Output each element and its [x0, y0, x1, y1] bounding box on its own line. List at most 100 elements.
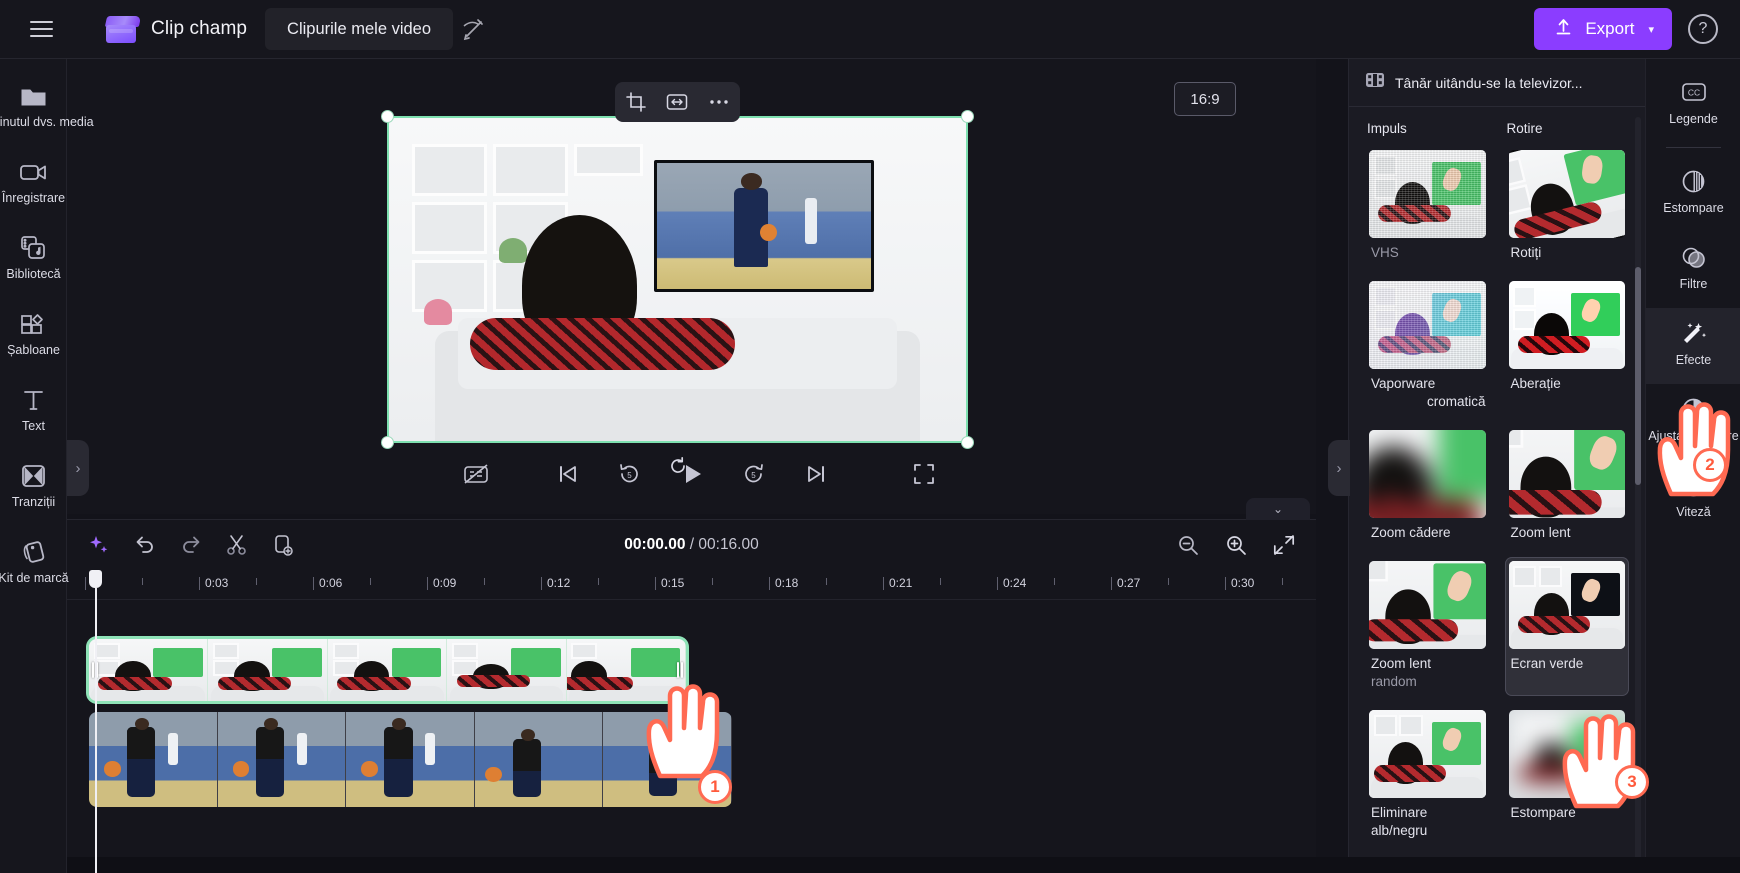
ruler-tick: 0:09	[426, 576, 457, 590]
preview-area: 16:9 5 5	[67, 59, 1316, 514]
export-button[interactable]: Export ▾	[1534, 8, 1672, 50]
chevron-right-icon: ›	[1336, 459, 1342, 477]
effect-card-zoom-random[interactable]: Zoom lent random	[1365, 557, 1490, 696]
redo-icon[interactable]	[171, 527, 211, 563]
effect-card-aberration[interactable]: Aberație	[1505, 277, 1630, 416]
clip-trim-handle-right[interactable]	[674, 639, 686, 701]
resize-handle-top-left[interactable]	[381, 110, 394, 123]
skip-to-end-icon[interactable]	[794, 456, 838, 492]
effect-card-zoom-slow[interactable]: Zoom lent	[1505, 426, 1630, 547]
effect-card-green-screen[interactable]: Ecran verde	[1504, 557, 1629, 696]
effect-thumbnail	[1508, 150, 1625, 238]
effect-thumbnail	[1369, 150, 1486, 238]
timeline-ruler[interactable]: 0 0:03 0:06 0:09 0:12 0:15 0:18 0:21 0:2…	[67, 570, 1316, 600]
total-time: 00:16.00	[698, 536, 759, 553]
project-tab[interactable]: Clipurile mele video	[265, 8, 483, 50]
effect-label: Aberație	[1510, 376, 1561, 391]
left-sidebar: Conținutul dvs. media Înregistrare Bibli…	[0, 59, 94, 873]
rail-item-filters[interactable]: Filtre	[1646, 232, 1740, 308]
skip-to-start-icon[interactable]	[546, 456, 590, 492]
scrollbar-thumb[interactable]	[1635, 267, 1641, 485]
svg-text:5: 5	[627, 471, 632, 480]
sidebar-item-library[interactable]: Bibliotecă	[0, 223, 67, 299]
hamburger-menu-icon[interactable]	[24, 12, 58, 46]
preview-scene	[389, 118, 966, 441]
top-bar: Clip champ Clipurile mele video Export ▾…	[0, 0, 1740, 59]
zoom-out-icon[interactable]	[1168, 527, 1208, 563]
effect-thumbnail	[1508, 430, 1625, 518]
clip-frame	[474, 712, 604, 807]
sidebar-item-library-label: Bibliotecă	[6, 267, 61, 281]
effect-label: Estompare	[1510, 805, 1576, 820]
resize-handle-top-right[interactable]	[961, 110, 974, 123]
duplicate-add-icon[interactable]	[263, 527, 303, 563]
chevron-down-icon: ⌄	[1272, 502, 1284, 516]
sidebar-item-record[interactable]: Înregistrare	[0, 147, 67, 223]
playhead-line	[94, 588, 97, 873]
rail-item-captions[interactable]: CC Legende	[1646, 67, 1740, 143]
crop-icon[interactable]	[620, 87, 652, 117]
video-camera-icon	[19, 157, 48, 187]
ruler-tick: 0:27	[1110, 576, 1141, 590]
effects-panel: Tânăr uitându-se la televizor... Impuls …	[1348, 59, 1645, 873]
split-scissors-icon[interactable]	[217, 527, 257, 563]
chevron-down-icon[interactable]: ▾	[1648, 23, 1654, 36]
table-row basketball-clip[interactable]	[89, 712, 732, 807]
sidebar-item-media[interactable]: Conținutul dvs. media	[0, 71, 94, 147]
collapse-effects-panel-handle[interactable]: ›	[1328, 440, 1350, 496]
effect-thumbnail	[1508, 710, 1625, 798]
play-icon[interactable]	[670, 456, 714, 492]
edit-pencil-icon[interactable]	[461, 16, 489, 42]
timeline-collapse-button[interactable]: ⌄	[1246, 498, 1310, 520]
rail-item-color-adjust[interactable]: Ajustare culoare	[1646, 384, 1740, 460]
sidebar-item-transitions[interactable]: Tranziții	[0, 451, 67, 527]
rail-item-fade[interactable]: Estompare	[1646, 156, 1740, 232]
clipchamp-logo-icon	[104, 15, 142, 43]
effects-category-right: Rotire	[1506, 121, 1543, 136]
rail-item-filters-label: Filtre	[1679, 277, 1708, 291]
clip-frame	[89, 639, 209, 701]
effect-thumbnail	[1369, 561, 1486, 649]
more-options-icon[interactable]	[703, 87, 735, 117]
playhead-knob[interactable]	[89, 570, 102, 588]
expand-sidebar-handle[interactable]: ›	[67, 440, 89, 496]
current-time: 00:00.00	[624, 536, 686, 553]
video-stage[interactable]	[381, 110, 974, 473]
rail-item-effects[interactable]: Efecte	[1646, 308, 1740, 384]
timecode-display: 00:00.00 / 00:16.00	[624, 536, 758, 554]
effect-card-vhs[interactable]: VHS	[1365, 146, 1490, 267]
effect-card-blur[interactable]: Estompare	[1505, 706, 1630, 845]
sidebar-item-templates[interactable]: Șabloane	[0, 299, 67, 375]
table-row green-screen-clip[interactable]	[89, 639, 686, 701]
undo-icon[interactable]	[125, 527, 165, 563]
fullscreen-icon[interactable]	[902, 456, 946, 492]
aspect-ratio-badge[interactable]: 16:9	[1174, 82, 1236, 116]
svg-text:5: 5	[751, 471, 756, 480]
effects-scroll-area[interactable]: Impuls Rotire VHS Rotiți Vaporware croma…	[1349, 107, 1645, 873]
zoom-in-icon[interactable]	[1216, 527, 1256, 563]
upload-arrow-icon	[1554, 17, 1573, 41]
fit-timeline-icon[interactable]	[1264, 527, 1304, 563]
top-bar-right: Export ▾ ?	[1534, 8, 1718, 50]
color-adjust-icon	[1681, 395, 1706, 423]
clip-frame	[89, 712, 218, 807]
effect-card-rotate[interactable]: Rotiți	[1505, 146, 1630, 267]
ruler-tick: 0:12	[540, 576, 571, 590]
playhead[interactable]	[89, 570, 102, 873]
rail-item-speed[interactable]: Viteză	[1646, 460, 1740, 536]
sidebar-item-text[interactable]: Text	[0, 375, 67, 451]
forward-5s-icon[interactable]: 5	[732, 456, 776, 492]
rewind-5s-icon[interactable]: 5	[608, 456, 652, 492]
fit-width-icon[interactable]	[661, 87, 693, 117]
effect-card-zoom-fall[interactable]: Zoom cădere	[1365, 426, 1490, 547]
captions-off-icon[interactable]	[454, 456, 498, 492]
help-button[interactable]: ?	[1688, 14, 1718, 44]
effect-card-remove-bw[interactable]: Eliminare alb/negru	[1365, 706, 1490, 845]
effect-card-vaporware[interactable]: Vaporware cromatică	[1365, 277, 1490, 416]
resize-handle-bottom-left[interactable]	[381, 436, 394, 449]
sidebar-item-brandkit[interactable]: Kit de marcă	[0, 527, 69, 603]
resize-handle-bottom-right[interactable]	[961, 436, 974, 449]
clip-thumbnails	[89, 712, 732, 807]
rail-item-color-adjust-label: Ajustare culoare	[1648, 429, 1739, 443]
magic-sparkle-icon[interactable]	[79, 527, 119, 563]
